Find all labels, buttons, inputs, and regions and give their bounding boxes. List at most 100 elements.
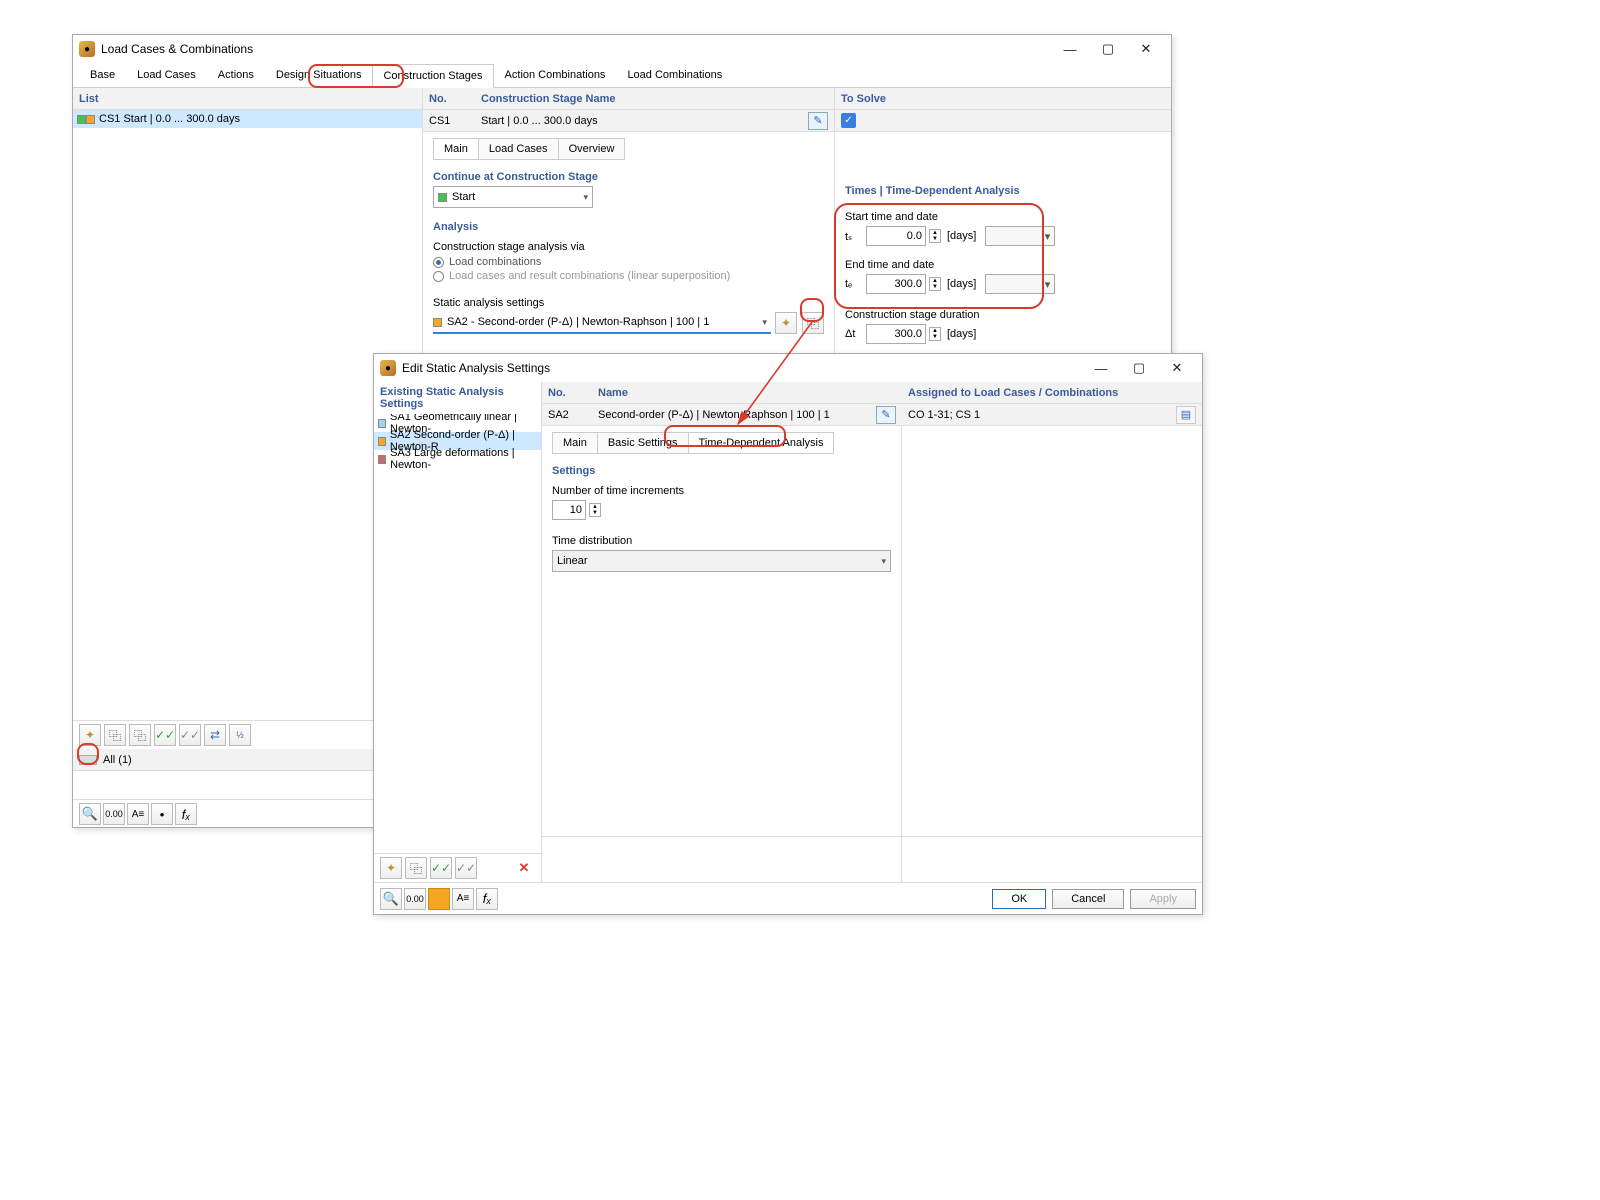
edit-settings-icon[interactable]: ⿻ (802, 312, 824, 334)
combo-value: SA2 - Second-order (P-Δ) | Newton-Raphso… (447, 316, 709, 328)
maximize-button[interactable]: ▢ (1120, 357, 1158, 379)
start-time-label: Start time and date (845, 211, 1161, 223)
duration-input[interactable] (866, 324, 926, 344)
tab-action-combinations[interactable]: Action Combinations (494, 63, 617, 87)
subtab-overview[interactable]: Overview (559, 139, 625, 159)
static-settings-combo[interactable]: SA2 - Second-order (P-Δ) | Newton-Raphso… (433, 312, 771, 334)
row-no: CS1 (429, 115, 450, 127)
sort-icon[interactable]: ½ (229, 724, 251, 746)
increments-input[interactable] (552, 500, 586, 520)
fx-icon[interactable]: fₓ (175, 803, 197, 825)
window-edit-static-analysis: ● Edit Static Analysis Settings — ▢ ✕ Ex… (373, 353, 1203, 915)
no-header: No. (429, 90, 447, 108)
row-name: Start | 0.0 ... 300.0 days (481, 115, 598, 127)
tab-construction-stages[interactable]: Construction Stages (372, 64, 493, 88)
tab-design-situations[interactable]: Design Situations (265, 63, 373, 87)
row-name: Second-order (P-Δ) | Newton-Raphson | 10… (598, 409, 830, 421)
new-icon[interactable]: ✦ (380, 857, 402, 879)
color-btn[interactable] (428, 888, 450, 910)
settings-list[interactable]: SA1 Geometrically linear | Newton- SA2 S… (374, 414, 541, 853)
app-icon: ● (79, 41, 95, 57)
copy-icon[interactable]: ⿻ (104, 724, 126, 746)
settings-subheader: Settings (552, 462, 891, 480)
spinner-icon[interactable]: ▲▼ (929, 327, 941, 341)
list-icon[interactable]: ▤ (1176, 406, 1196, 424)
new-settings-icon[interactable]: ✦ (775, 312, 797, 334)
main-tabs: BaseLoad CasesActionsDesign SituationsCo… (73, 63, 1171, 88)
check-icon[interactable]: ✓✓ (430, 857, 452, 879)
new-icon[interactable]: ✦ (79, 724, 101, 746)
search-icon[interactable]: 🔍 (79, 803, 101, 825)
cancel-button[interactable]: Cancel (1052, 889, 1124, 909)
copy-icon[interactable]: ⿻ (405, 857, 427, 879)
uncheck-icon[interactable]: ✓✓ (179, 724, 201, 746)
maximize-button[interactable]: ▢ (1089, 38, 1127, 60)
tab-base[interactable]: Base (79, 63, 126, 87)
list-item-label: CS1 Start | 0.0 ... 300.0 days (99, 113, 240, 125)
duration-label: Construction stage duration (845, 309, 1161, 321)
btn-b2[interactable]: A≡ (452, 888, 474, 910)
row-assigned: CO 1-31; CS 1 (908, 409, 980, 421)
combo-value: Linear (557, 555, 588, 567)
continue-header: Continue at Construction Stage (433, 168, 824, 186)
subtab-basic-settings[interactable]: Basic Settings (598, 433, 689, 453)
tab-actions[interactable]: Actions (207, 63, 265, 87)
ok-button[interactable]: OK (992, 889, 1046, 909)
btn-b1[interactable]: 0.00 (103, 803, 125, 825)
tab-load-combinations[interactable]: Load Combinations (616, 63, 733, 87)
fx-icon[interactable]: fₓ (476, 888, 498, 910)
chevron-down-icon: ▾ (583, 192, 588, 203)
combo-value: Start (452, 191, 475, 203)
start-time-field[interactable]: tₛ ▲▼ [days] ▾ (845, 226, 1161, 246)
assigned-header: Assigned to Load Cases / Combinations (908, 384, 1118, 402)
btn-b1[interactable]: 0.00 (404, 888, 426, 910)
settings-tabs: MainBasic SettingsTime-Dependent Analysi… (552, 432, 834, 454)
edit-icon[interactable]: ✎ (808, 112, 828, 130)
subtab-load-cases[interactable]: Load Cases (479, 139, 559, 159)
list-header: List (79, 90, 99, 108)
radio-load-cases[interactable]: Load cases and result combinations (line… (433, 270, 824, 282)
search-icon[interactable]: 🔍 (380, 888, 402, 910)
solve-checkbox[interactable]: ✓ (841, 113, 856, 128)
window-title: Edit Static Analysis Settings (402, 361, 1082, 375)
edit-icon[interactable]: ✎ (876, 406, 896, 424)
tab-load-cases[interactable]: Load Cases (126, 63, 207, 87)
swap-icon[interactable]: ⇄ (204, 724, 226, 746)
subtab-time-dependent-analysis[interactable]: Time-Dependent Analysis (689, 433, 834, 453)
increments-field[interactable]: ▲▼ (552, 500, 612, 520)
spinner-icon[interactable]: ▲▼ (589, 503, 601, 517)
minimize-button[interactable]: — (1082, 357, 1120, 379)
subtab-main[interactable]: Main (434, 139, 479, 159)
btn-b2[interactable]: A≡ (127, 803, 149, 825)
end-date-dropdown[interactable]: ▾ (985, 274, 1055, 294)
radio-load-combinations[interactable]: Load combinations (433, 256, 824, 268)
spinner-icon[interactable]: ▲▼ (929, 229, 941, 243)
titlebar: ● Edit Static Analysis Settings — ▢ ✕ (374, 354, 1202, 382)
spinner-icon[interactable]: ▲▼ (929, 277, 941, 291)
duration-field: Δt ▲▼ [days] (845, 324, 1161, 344)
btn-b3[interactable]: • (151, 803, 173, 825)
minimize-button[interactable]: — (1051, 38, 1089, 60)
app-icon: ● (380, 360, 396, 376)
list-area[interactable]: CS1 Start | 0.0 ... 300.0 days (73, 110, 422, 720)
row-no: SA2 (548, 409, 569, 421)
no-header: No. (548, 384, 566, 402)
titlebar: ● Load Cases & Combinations — ▢ ✕ (73, 35, 1171, 63)
apply-button[interactable]: Apply (1130, 889, 1196, 909)
list-item[interactable]: SA3 Large deformations | Newton- (374, 450, 541, 468)
delete-icon[interactable]: ✕ (513, 857, 535, 879)
list-item[interactable]: CS1 Start | 0.0 ... 300.0 days (73, 110, 422, 128)
close-button[interactable]: ✕ (1127, 38, 1165, 60)
uncheck-icon[interactable]: ✓✓ (455, 857, 477, 879)
subtab-main[interactable]: Main (553, 433, 598, 453)
close-button[interactable]: ✕ (1158, 357, 1196, 379)
copy2-icon[interactable]: ⿻ (129, 724, 151, 746)
distribution-combo[interactable]: Linear ▾ (552, 550, 891, 572)
end-time-field[interactable]: tₑ ▲▼ [days] ▾ (845, 274, 1161, 294)
start-date-dropdown[interactable]: ▾ (985, 226, 1055, 246)
continue-combo[interactable]: Start ▾ (433, 186, 593, 208)
start-time-input[interactable] (866, 226, 926, 246)
list-footer: All (1) (103, 754, 132, 766)
end-time-input[interactable] (866, 274, 926, 294)
check-icon[interactable]: ✓✓ (154, 724, 176, 746)
